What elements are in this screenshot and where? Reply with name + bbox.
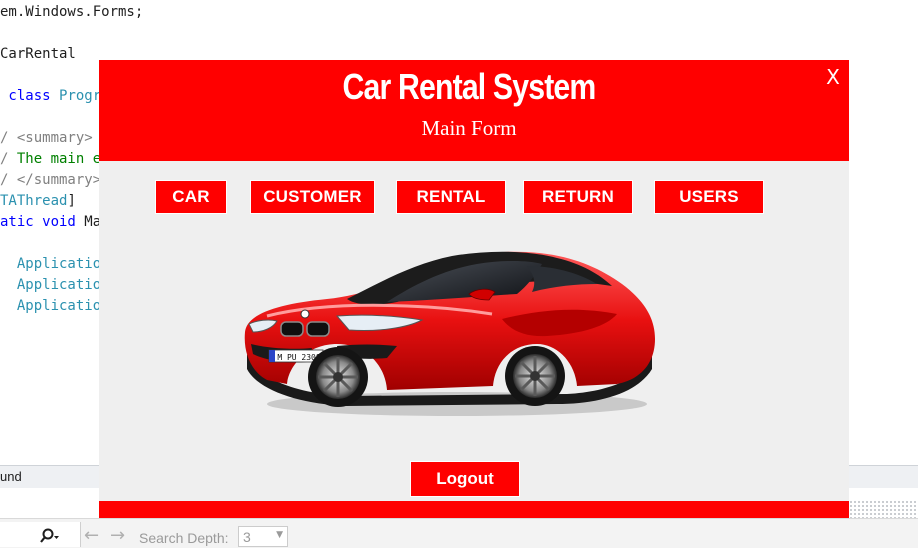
users-button[interactable]: USERS xyxy=(654,180,764,214)
main-form-window: Car Rental System Main Form X CAR CUSTOM… xyxy=(99,60,849,518)
ide-panel-tab[interactable]: und xyxy=(0,469,22,484)
code-line: Applicatio xyxy=(0,255,101,273)
form-footer-bar xyxy=(99,501,849,518)
code-token: Progr xyxy=(59,88,102,104)
code-token: Applicatio xyxy=(0,256,102,272)
logout-button[interactable]: Logout xyxy=(410,461,520,497)
car-image: M PU 2308 xyxy=(244,251,655,416)
return-button[interactable]: RETURN xyxy=(523,180,633,214)
code-line: Applicatio xyxy=(0,297,101,315)
forward-arrow-icon[interactable]: → xyxy=(110,527,132,545)
code-token: TAThread xyxy=(0,193,68,209)
code-token: The main e xyxy=(16,151,102,167)
chevron-down-icon: ▼ xyxy=(276,530,283,540)
code-token: Applicatio xyxy=(0,298,102,314)
search-icon[interactable] xyxy=(40,527,60,545)
form-subtitle: Main Form xyxy=(421,116,517,140)
customer-button[interactable]: CUSTOMER xyxy=(250,180,375,214)
code-token: / </summary> xyxy=(0,172,102,188)
code-line: TAThread] xyxy=(0,192,76,210)
car-button[interactable]: CAR xyxy=(155,180,227,214)
ide-splitter-grip[interactable] xyxy=(849,500,918,518)
code-line: / </summary> xyxy=(0,171,101,189)
code-line: / The main e xyxy=(0,150,101,168)
code-token: em.Windows.Forms; xyxy=(0,4,144,20)
code-token: atic void xyxy=(0,214,85,230)
code-line: Applicatio xyxy=(0,276,101,294)
back-arrow-icon[interactable]: ← xyxy=(84,527,106,545)
rental-button[interactable]: RENTAL xyxy=(396,180,506,214)
search-depth-value: 3 xyxy=(243,529,251,545)
code-token: CarRental xyxy=(0,46,76,62)
search-depth-label: Search Depth: xyxy=(139,530,229,546)
code-line: CarRental xyxy=(0,45,76,63)
code-line: / <summary> xyxy=(0,129,93,147)
code-line: em.Windows.Forms; xyxy=(0,3,143,21)
code-token: ] xyxy=(67,193,76,209)
form-header: Car Rental System Main Form X xyxy=(99,60,849,161)
code-line: atic void Ma xyxy=(0,213,101,231)
code-token: Applicatio xyxy=(0,277,102,293)
code-token: / xyxy=(0,151,17,167)
app-title: Car Rental System xyxy=(342,66,597,107)
code-line: class Progr xyxy=(0,87,101,105)
ide-search-toolbar xyxy=(0,518,918,548)
code-token: class xyxy=(0,88,60,104)
close-button[interactable]: X xyxy=(823,66,843,88)
code-token: / <summary> xyxy=(0,130,93,146)
search-depth-select[interactable]: 3 ▼ xyxy=(238,526,288,547)
